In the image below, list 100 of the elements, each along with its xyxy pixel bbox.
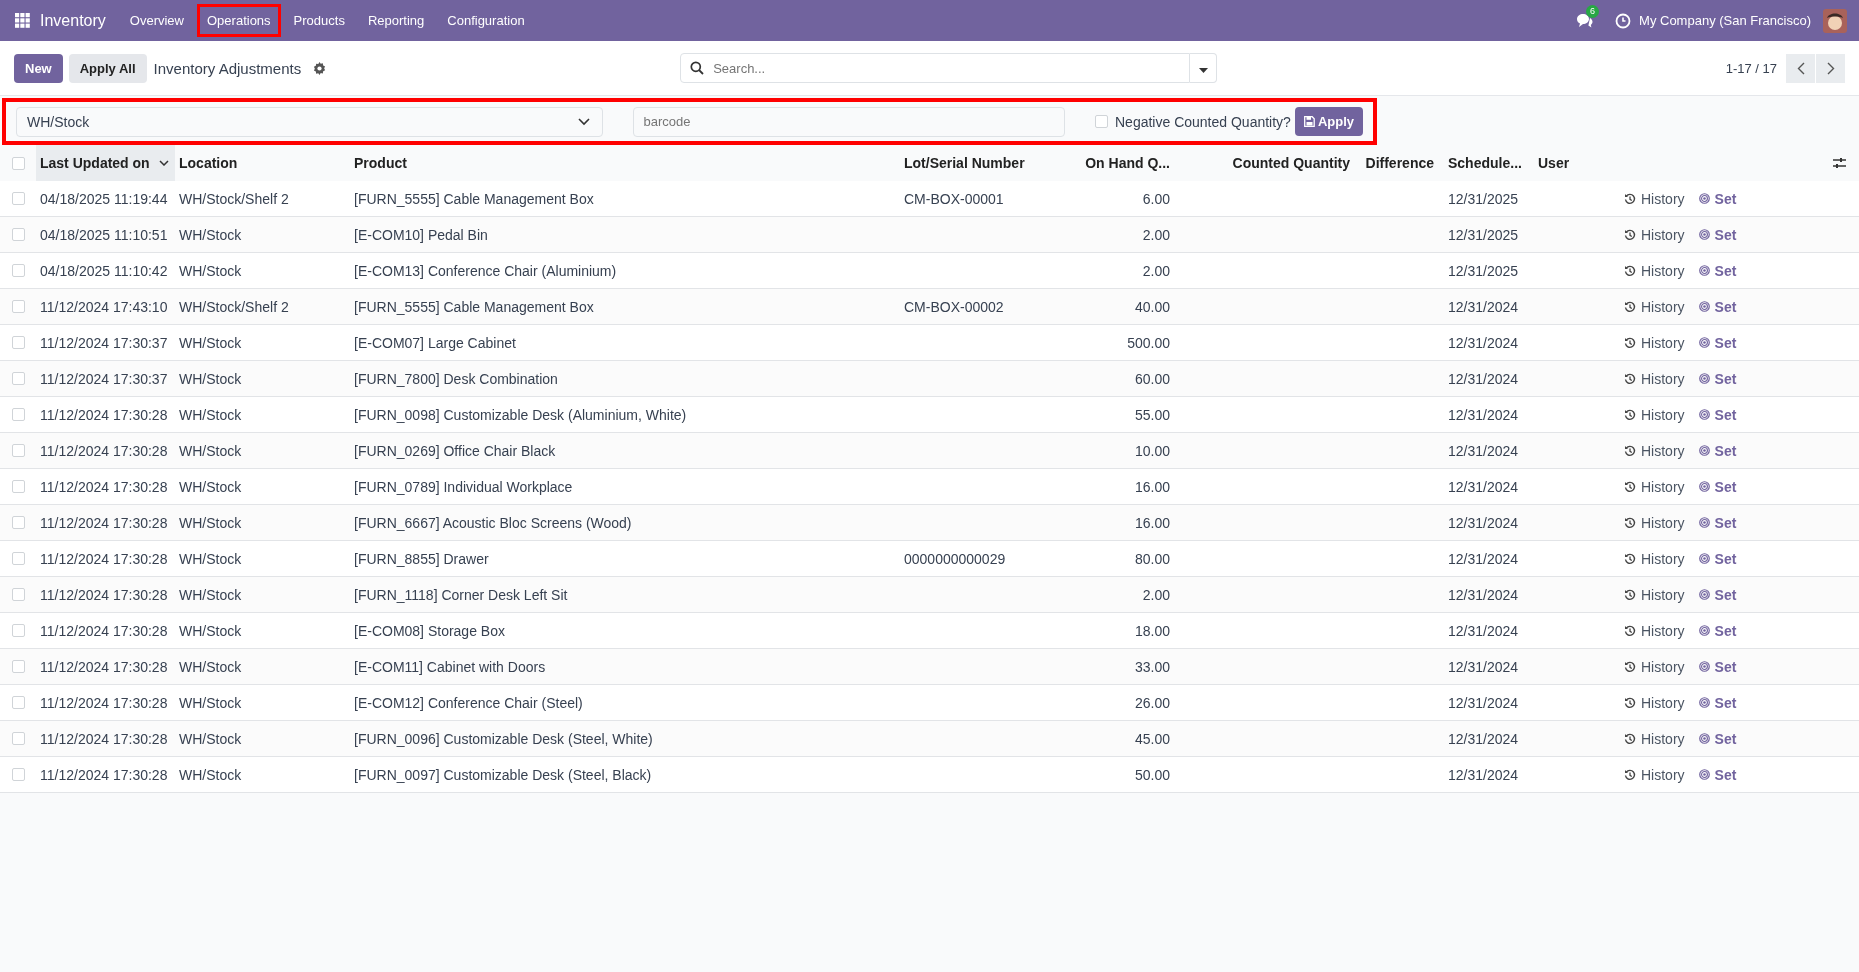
set-button[interactable]: Set [1698,694,1737,711]
table-cell: 11/12/2024 17:30:28 [40,478,168,495]
set-button[interactable]: Set [1698,658,1737,675]
apps-grid-icon[interactable] [15,13,30,28]
table-cell: [FURN_0269] Office Chair Black [354,442,556,459]
company-name[interactable]: My Company (San Francisco) [1639,13,1811,28]
column-header[interactable]: User [1534,145,1600,181]
apply-button[interactable]: Apply [1294,107,1363,136]
history-button[interactable]: History [1624,226,1685,243]
next-page-button[interactable] [1816,53,1845,83]
row-checkbox[interactable] [11,624,25,637]
column-header[interactable]: Difference [1360,145,1444,181]
menu-item[interactable]: Reporting [357,4,435,37]
menu-item[interactable]: Configuration [437,4,535,37]
avatar-icon[interactable] [1823,8,1847,33]
history-button[interactable]: History [1624,298,1685,315]
column-settings-icon[interactable] [1832,157,1846,169]
column-header[interactable]: Lot/Serial Number [900,145,1080,181]
row-checkbox[interactable] [11,228,25,241]
row-checkbox[interactable] [11,372,25,385]
row-checkbox[interactable] [11,408,25,421]
history-button[interactable]: History [1624,622,1685,639]
location-select[interactable]: WH/Stock [16,106,603,137]
previous-page-button[interactable] [1786,53,1815,83]
set-button[interactable]: Set [1698,514,1737,531]
table-cell: 12/31/2024 [1448,334,1519,351]
table-cell: WH/Stock [179,334,242,351]
row-checkbox[interactable] [11,192,25,205]
set-button[interactable]: Set [1698,730,1737,747]
set-button[interactable]: Set [1698,550,1737,567]
table-cell: WH/Stock [179,550,242,567]
history-button[interactable]: History [1624,334,1685,351]
column-header[interactable]: Last Updated on [36,145,175,181]
set-button[interactable]: Set [1698,226,1737,243]
negative-quantity-checkbox[interactable] [1095,115,1108,128]
message-count-badge: 6 [1586,5,1600,18]
target-icon [1698,229,1710,240]
history-button[interactable]: History [1624,478,1685,495]
search-field[interactable]: Search... [680,53,1191,83]
history-button[interactable]: History [1624,190,1685,207]
row-checkbox[interactable] [11,300,25,313]
set-button[interactable]: Set [1698,370,1737,387]
table-cell: 11/12/2024 17:30:28 [40,622,168,639]
set-button[interactable]: Set [1698,298,1737,315]
column-header[interactable]: Schedule... [1444,145,1534,181]
history-button[interactable]: History [1624,442,1685,459]
row-checkbox[interactable] [11,588,25,601]
row-checkbox[interactable] [11,444,25,457]
set-button[interactable]: Set [1698,622,1737,639]
history-button[interactable]: History [1624,262,1685,279]
history-button[interactable]: History [1624,694,1685,711]
table-cell: 04/18/2025 11:19:44 [40,190,168,207]
new-button[interactable]: New [14,53,63,83]
history-button[interactable]: History [1624,406,1685,423]
column-header[interactable]: Counted Quantity [1180,145,1360,181]
set-button[interactable]: Set [1698,586,1737,603]
search-dropdown-button[interactable] [1190,53,1218,83]
target-icon [1698,517,1710,528]
row-checkbox[interactable] [11,768,25,781]
set-button[interactable]: Set [1698,766,1737,783]
pager-value[interactable]: 1-17 / 17 [1725,60,1777,76]
column-header[interactable]: Location [175,145,350,181]
clock-icon[interactable] [1615,12,1632,29]
set-button[interactable]: Set [1698,262,1737,279]
history-button[interactable]: History [1624,658,1685,675]
history-button[interactable]: History [1624,586,1685,603]
history-button[interactable]: History [1624,370,1685,387]
history-button[interactable]: History [1624,766,1685,783]
row-checkbox[interactable] [11,696,25,709]
set-button[interactable]: Set [1698,442,1737,459]
row-checkbox[interactable] [11,480,25,493]
row-checkbox[interactable] [11,336,25,349]
select-all-checkbox[interactable] [11,156,25,170]
apply-all-button[interactable]: Apply All [68,53,147,83]
table-cell: [E-COM11] Cabinet with Doors [354,658,546,675]
column-header[interactable]: Product [350,145,900,181]
settings-icon[interactable] [313,61,327,75]
row-checkbox[interactable] [11,516,25,529]
history-button[interactable]: History [1624,730,1685,747]
set-button[interactable]: Set [1698,190,1737,207]
table-cell: 2.00 [1142,586,1170,603]
set-button[interactable]: Set [1698,406,1737,423]
column-header[interactable]: On Hand Q... [1080,145,1180,181]
row-checkbox[interactable] [11,264,25,277]
set-button[interactable]: Set [1698,334,1737,351]
row-checkbox[interactable] [11,732,25,745]
table-cell: 80.00 [1134,550,1170,567]
menu-item[interactable]: Products [283,4,355,37]
barcode-field[interactable]: barcode [632,106,1066,137]
history-button[interactable]: History [1624,550,1685,567]
row-checkbox[interactable] [11,660,25,673]
chat-icon[interactable] [1576,13,1594,28]
history-button[interactable]: History [1624,514,1685,531]
table-cell: 55.00 [1134,406,1170,423]
row-checkbox[interactable] [11,552,25,565]
app-name[interactable]: Inventory [40,11,106,30]
set-button[interactable]: Set [1698,478,1737,495]
menu-item[interactable]: Operations [197,4,281,37]
menu-item[interactable]: Overview [119,4,194,37]
table-cell: 12/31/2024 [1448,766,1519,783]
